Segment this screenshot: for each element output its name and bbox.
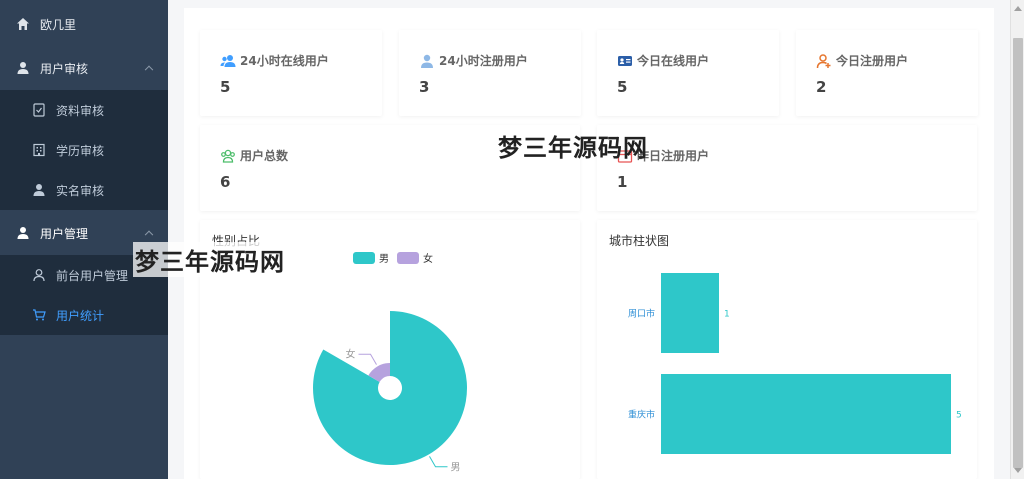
category-label-1: 重庆市 bbox=[628, 409, 655, 421]
scroll-up-arrow-icon[interactable] bbox=[1014, 6, 1022, 11]
city-bar-chart: 周口市 1 重庆市 5 bbox=[628, 273, 962, 454]
legend-label-female: 女 bbox=[423, 252, 433, 265]
stat-card-online-24h: 24小时在线用户 5 bbox=[200, 30, 382, 116]
sidebar-item-label: 资料审核 bbox=[56, 103, 105, 118]
bar-value-label-0: 1 bbox=[724, 310, 730, 320]
sidebar-item-education-review[interactable]: 学历审核 bbox=[0, 130, 168, 170]
user-icon bbox=[32, 183, 46, 197]
stat-value: 5 bbox=[617, 78, 628, 96]
user-outline-icon bbox=[32, 268, 46, 282]
cart-icon bbox=[32, 308, 46, 322]
stat-title: 今日在线用户 bbox=[637, 54, 710, 68]
stat-value: 1 bbox=[617, 173, 628, 191]
main-content: 24小时在线用户 5 24小时注册用户 3 今日在线用户 5 今日注册用户 2 … bbox=[168, 0, 1010, 479]
chevron-up-icon bbox=[144, 230, 154, 240]
watermark: 梦三年源码网 bbox=[133, 242, 287, 277]
city-chart-card: 城市柱状图 周口市 1 重庆市 5 bbox=[597, 220, 977, 479]
scroll-down-arrow-icon[interactable] bbox=[1014, 468, 1022, 473]
sidebar-item-profile-review[interactable]: 资料审核 bbox=[0, 90, 168, 130]
user-icon bbox=[16, 226, 30, 240]
chevron-up-icon bbox=[144, 65, 154, 75]
sidebar-item-label: 用户管理 bbox=[40, 226, 89, 241]
building-icon bbox=[32, 143, 46, 157]
legend-swatch-female bbox=[397, 252, 419, 264]
sidebar-item-label: 欧几里 bbox=[40, 17, 77, 32]
watermark: 梦三年源码网 bbox=[498, 134, 648, 162]
scroll-thumb[interactable] bbox=[1013, 38, 1023, 468]
stat-title: 用户总数 bbox=[240, 149, 289, 163]
stat-value: 2 bbox=[816, 78, 827, 96]
stat-title: 24小时注册用户 bbox=[439, 54, 528, 68]
stat-card-register-24h: 24小时注册用户 3 bbox=[399, 30, 581, 116]
pie-label-line-0 bbox=[429, 456, 448, 468]
sidebar-item-user-stats[interactable]: 用户统计 bbox=[0, 295, 168, 335]
stat-value: 5 bbox=[220, 78, 231, 96]
sidebar-item-user-review[interactable]: 用户审核 bbox=[0, 46, 168, 90]
pie-label-line-1 bbox=[358, 353, 377, 365]
stat-card-online-today: 今日在线用户 5 bbox=[597, 30, 779, 116]
group-icon bbox=[220, 148, 236, 164]
sidebar-item-label: 学历审核 bbox=[56, 143, 105, 158]
pie-label-1: 女 bbox=[346, 348, 356, 361]
page-scrollbar[interactable] bbox=[1010, 0, 1024, 479]
sidebar-item-label: 前台用户管理 bbox=[56, 268, 129, 283]
user-add-icon bbox=[816, 53, 832, 69]
user-icon bbox=[419, 53, 435, 69]
bar-0[interactable] bbox=[661, 273, 719, 353]
legend-swatch-male bbox=[353, 252, 375, 264]
pie-slice-0[interactable] bbox=[313, 311, 467, 465]
stat-card-register-yesterday: 昨日注册用户 1 bbox=[597, 125, 977, 211]
bar-value-label-1: 5 bbox=[956, 411, 962, 421]
chart-legend[interactable]: 男 女 bbox=[353, 252, 433, 265]
category-label-0: 周口市 bbox=[628, 308, 655, 320]
document-check-icon bbox=[32, 103, 46, 117]
stat-title: 24小时在线用户 bbox=[240, 54, 329, 68]
sidebar: 欧几里 用户审核 资料审核 学历审核 实名审核 用户管理 前台用户管理 用户统计 bbox=[0, 0, 168, 479]
sidebar-item-home[interactable]: 欧几里 bbox=[0, 2, 168, 46]
sidebar-item-label: 用户审核 bbox=[40, 61, 89, 76]
users-icon bbox=[220, 53, 236, 69]
stat-value: 6 bbox=[220, 173, 231, 191]
stat-value: 3 bbox=[419, 78, 430, 96]
legend-label-male: 男 bbox=[379, 253, 389, 265]
bar-1[interactable] bbox=[661, 374, 951, 454]
stat-title: 今日注册用户 bbox=[836, 54, 909, 68]
sidebar-item-label: 实名审核 bbox=[56, 183, 105, 198]
pie-label-0: 男 bbox=[451, 461, 461, 473]
id-card-icon bbox=[617, 53, 633, 69]
sidebar-item-label: 用户统计 bbox=[56, 308, 105, 323]
stat-card-register-today: 今日注册用户 2 bbox=[796, 30, 978, 116]
user-icon bbox=[16, 61, 30, 75]
dashboard-panel: 24小时在线用户 5 24小时注册用户 3 今日在线用户 5 今日注册用户 2 … bbox=[184, 8, 994, 479]
sidebar-item-realname-review[interactable]: 实名审核 bbox=[0, 170, 168, 210]
home-icon bbox=[16, 17, 30, 31]
